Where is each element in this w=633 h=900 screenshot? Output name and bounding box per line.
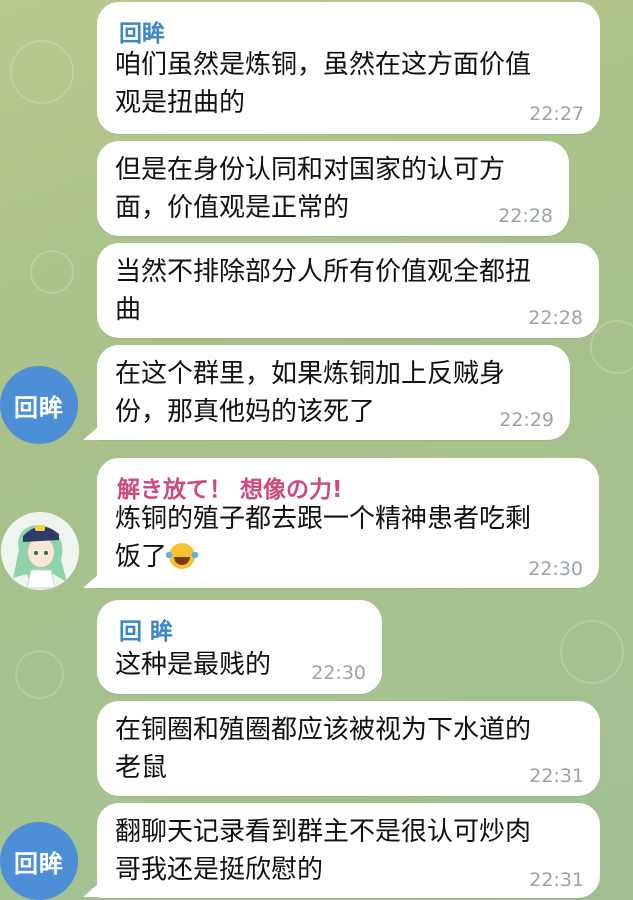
message-text: 在这个群里，如果炼铜加上反贼身 份，那真他妈的该死了 [115, 359, 506, 427]
message-bubble[interactable]: 回 眸 这种是最贱的 22:30 [97, 600, 382, 694]
user-avatar[interactable]: 回眸 [0, 822, 78, 900]
message-bubble[interactable]: 回眸 咱们虽然是炼铜，虽然在这方面价值 观是扭曲的 22:27 [97, 2, 600, 134]
message-bubble[interactable]: 在铜圈和殖圈都应该被视为下水道的 老鼠 22:31 [97, 701, 600, 796]
laughing-tears-emoji-icon [166, 543, 199, 569]
background-doodle [15, 650, 64, 699]
message-bubble[interactable]: 但是在身份认同和对国家的认可方 面，价值观是正常的 22:28 [97, 141, 569, 236]
message-text: 当然不排除部分人所有价值观全都扭 曲 [115, 257, 532, 325]
bubble-tail [83, 574, 99, 588]
message-bubble[interactable]: 在这个群里，如果炼铜加上反贼身 份，那真他妈的该死了 22:29 [97, 345, 570, 440]
bubble-tail [83, 426, 99, 440]
sender-name[interactable]: 回 眸 [119, 612, 173, 646]
background-doodle [590, 320, 633, 374]
message-time: 22:29 [499, 409, 554, 431]
message-time: 22:27 [529, 103, 584, 125]
sender-name[interactable]: 回眸 [119, 14, 165, 48]
message-time: 22:30 [528, 558, 583, 580]
user-avatar[interactable]: 回眸 [0, 366, 78, 444]
background-doodle [10, 40, 74, 104]
message-time: 22:31 [529, 869, 584, 891]
message-time: 22:30 [311, 662, 366, 684]
message-text: 在铜圈和殖圈都应该被视为下水道的 老鼠 [115, 715, 532, 783]
background-doodle [560, 620, 624, 684]
anime-character-icon [1, 512, 79, 590]
sender-name[interactable]: 解き放て！ 想像の力! [117, 470, 343, 504]
message-time: 22:28 [528, 307, 583, 329]
anime-avatar-icon[interactable] [1, 512, 79, 590]
message-text: 这种是最贱的 [115, 650, 272, 680]
message-time: 22:31 [529, 765, 584, 787]
message-text: 翻聊天记录看到群主不是很认可炒肉 哥我还是挺欣慰的 [115, 817, 532, 885]
message-time: 22:28 [498, 205, 553, 227]
message-text: 炼铜的殖子都去跟一个精神患者吃剩 饭了 [115, 504, 532, 572]
message-text: 咱们虽然是炼铜，虽然在这方面价值 观是扭曲的 [115, 50, 532, 118]
message-bubble[interactable]: 翻聊天记录看到群主不是很认可炒肉 哥我还是挺欣慰的 22:31 [97, 803, 600, 898]
bubble-tail [83, 883, 99, 897]
message-bubble[interactable]: 当然不排除部分人所有价值观全都扭 曲 22:28 [97, 243, 599, 338]
message-text: 但是在身份认同和对国家的认可方 面，价值观是正常的 [115, 155, 506, 223]
background-doodle [30, 250, 74, 294]
message-bubble[interactable]: 解き放て！ 想像の力! 炼铜的殖子都去跟一个精神患者吃剩 饭了 22:30 [97, 458, 599, 588]
